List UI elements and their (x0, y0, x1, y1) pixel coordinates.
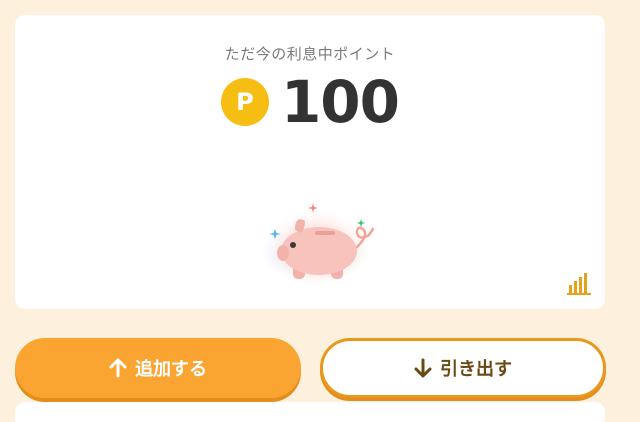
add-button-label: 追加する (135, 359, 207, 380)
add-button[interactable]: 追加する (15, 338, 301, 398)
withdraw-button[interactable]: 引き出す (320, 338, 606, 398)
points-subtitle: ただ今の利息中ポイント (224, 45, 396, 63)
point-badge-icon: P (220, 78, 269, 126)
bar-chart-icon[interactable] (567, 271, 591, 295)
points-card: ただ今の利息中ポイント P 100 (15, 15, 605, 309)
withdraw-button-label: 引き出す (440, 359, 512, 380)
arrow-up-icon (109, 358, 127, 378)
points-display: P 100 (15, 70, 605, 134)
piggy-bank-icon (262, 203, 375, 283)
points-value: 100 (280, 68, 400, 136)
arrow-down-icon (414, 358, 432, 378)
next-card (15, 402, 605, 422)
